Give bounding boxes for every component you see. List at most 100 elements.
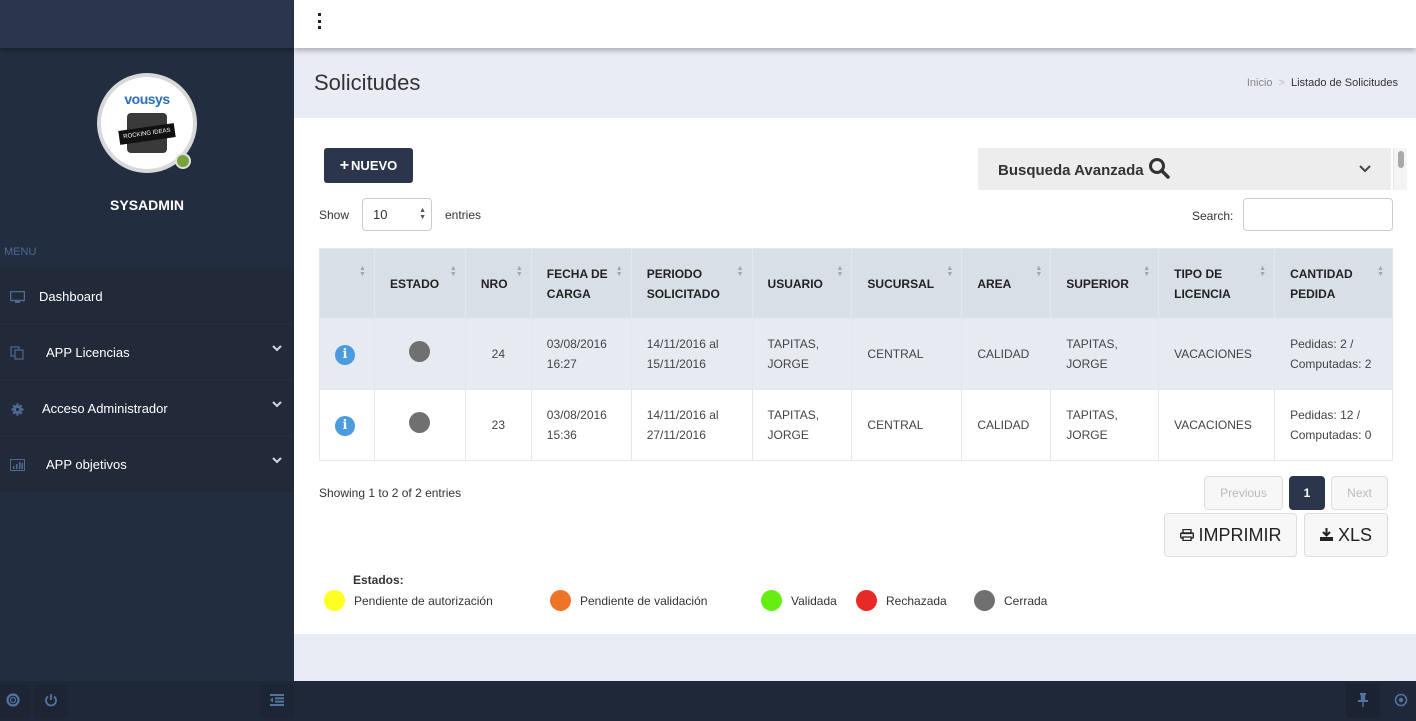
gear-icon bbox=[9, 402, 25, 416]
avatar-logo-text: vousys bbox=[124, 91, 170, 107]
info-icon[interactable]: i bbox=[335, 344, 355, 365]
sidebar-header bbox=[0, 0, 294, 48]
content-panel: + NUEVO Busqueda Avanzada Show 10 ▲ ▼ ent… bbox=[294, 118, 1416, 634]
column-header-tipo-de-licencia[interactable]: TIPO DE LICENCIA ▲ ▼ bbox=[1158, 248, 1276, 319]
power-icon bbox=[44, 693, 58, 710]
page-title: Solicitudes bbox=[314, 70, 421, 95]
column-header-fecha-de-carga[interactable]: FECHA DE CARGA ▲ ▼ bbox=[530, 248, 632, 319]
download-icon bbox=[1319, 525, 1338, 546]
pagination-next[interactable]: Next bbox=[1331, 476, 1388, 510]
legend-dot bbox=[550, 590, 571, 611]
chevron-down-icon bbox=[272, 455, 282, 467]
cantidad-cell: Pedidas: 2 /Computadas: 2 bbox=[1274, 318, 1393, 390]
username: SYSADMIN bbox=[110, 197, 184, 213]
sidebar: vousys ROCKING IDEAS SYSADMIN MENU Dashb… bbox=[0, 0, 294, 681]
collapse-sidebar-button[interactable] bbox=[260, 684, 294, 718]
breadcrumb-current: Listado de Solicitudes bbox=[1290, 77, 1398, 89]
legend-item: Pendiente de validación bbox=[550, 590, 707, 611]
column-header-periodo-solicitado[interactable]: PERIODO SOLICITADO ▲ ▼ bbox=[630, 248, 753, 319]
scrollbar-thumb[interactable] bbox=[1398, 151, 1404, 168]
sucursal-cell: CENTRAL bbox=[851, 389, 963, 461]
user-profile: vousys ROCKING IDEAS SYSADMIN bbox=[0, 48, 294, 213]
sort-icon: ▲ ▼ bbox=[1377, 265, 1384, 278]
print-button[interactable]: IMPRIMIR bbox=[1164, 513, 1297, 557]
breadcrumb: Inicio > Listado de Solicitudes bbox=[1247, 77, 1398, 89]
column-header-cantidad-pedida[interactable]: CANTIDAD PEDIDA ▲ ▼ bbox=[1274, 248, 1393, 319]
sort-icon: ▲ ▼ bbox=[615, 265, 623, 278]
bar-chart-icon bbox=[9, 458, 25, 472]
pagination-page-1[interactable]: 1 bbox=[1289, 476, 1325, 510]
pin-button[interactable] bbox=[1346, 684, 1380, 718]
show-label: Show bbox=[319, 208, 350, 222]
info-cell: i bbox=[319, 318, 375, 390]
printer-icon bbox=[1179, 525, 1199, 546]
estado-cell bbox=[373, 389, 466, 461]
search-label: Search: bbox=[1192, 209, 1234, 223]
legend-dot bbox=[856, 590, 877, 611]
entries-per-page-value: 10 bbox=[373, 207, 388, 222]
legend-dot bbox=[324, 590, 345, 611]
collapse-menu-icon bbox=[270, 693, 284, 709]
online-status-dot bbox=[175, 153, 191, 169]
legend-label: Cerrada bbox=[1004, 593, 1048, 608]
periodo-cell: 14/11/2016 al 27/11/2016 bbox=[630, 389, 753, 461]
target-button[interactable] bbox=[1384, 684, 1416, 718]
periodo-cell: 14/11/2016 al 15/11/2016 bbox=[630, 318, 753, 390]
topbar bbox=[294, 0, 1416, 48]
legend-item: Validada bbox=[761, 590, 837, 611]
table-row: i 23 03/08/2016 15:36 14/11/2016 al 27/11/… bbox=[319, 389, 1393, 461]
new-button[interactable]: + NUEVO bbox=[324, 148, 413, 183]
column-header-estado[interactable]: ESTADO ▲ ▼ bbox=[373, 248, 466, 319]
column-header-info[interactable]: ▲ ▼ bbox=[319, 248, 375, 319]
info-icon[interactable]: i bbox=[335, 415, 355, 436]
search-input[interactable] bbox=[1243, 198, 1393, 231]
sort-icon: ▲ ▼ bbox=[1259, 265, 1267, 278]
kebab-menu-icon[interactable] bbox=[318, 13, 324, 29]
scrollbar[interactable] bbox=[1393, 148, 1407, 190]
legend-label: Rechazada bbox=[886, 593, 947, 608]
plus-icon: + bbox=[339, 156, 350, 174]
support-button[interactable] bbox=[0, 684, 30, 718]
pagination-previous[interactable]: Previous bbox=[1204, 476, 1283, 510]
solicitudes-table: ▲ ▼ ESTADO ▲ ▼ NRO ▲ ▼ FECHA DE CARGA ▲ ▼ PERIOD… bbox=[319, 248, 1393, 461]
chevron-down-icon bbox=[1359, 162, 1371, 176]
legend-item: Pendiente de autorización bbox=[324, 590, 493, 611]
column-header-usuario[interactable]: USUARIO ▲ ▼ bbox=[751, 248, 853, 319]
nro-cell: 23 bbox=[464, 389, 532, 461]
sidebar-item-acceso-administrador[interactable]: Acceso Administrador bbox=[0, 381, 294, 437]
column-header-superior[interactable]: SUPERIOR ▲ ▼ bbox=[1050, 248, 1160, 319]
column-header-sucursal[interactable]: SUCURSAL ▲ ▼ bbox=[851, 248, 963, 319]
print-button-label: IMPRIMIR bbox=[1198, 524, 1282, 545]
advanced-search-label: Busqueda Avanzada bbox=[998, 162, 1144, 179]
entries-per-page-select[interactable]: 10 ▲ ▼ bbox=[362, 198, 432, 231]
avatar[interactable]: vousys ROCKING IDEAS bbox=[97, 73, 197, 173]
fecha-cell: 03/08/2016 15:36 bbox=[530, 389, 632, 461]
sidebar-item-app-objetivos[interactable]: APP objetivos bbox=[0, 437, 294, 493]
target-icon bbox=[1394, 693, 1408, 710]
advanced-search-toggle[interactable]: Busqueda Avanzada bbox=[978, 148, 1391, 190]
logout-button[interactable] bbox=[34, 684, 68, 718]
legend-item: Rechazada bbox=[856, 590, 947, 611]
legend-label: Pendiente de validación bbox=[580, 593, 708, 608]
sidebar-item-dashboard[interactable]: Dashboard bbox=[0, 269, 294, 325]
monitor-icon bbox=[9, 290, 25, 304]
sort-icon: ▲ ▼ bbox=[1143, 265, 1151, 278]
xls-button-label: XLS bbox=[1337, 524, 1373, 545]
table-header-row: ▲ ▼ ESTADO ▲ ▼ NRO ▲ ▼ FECHA DE CARGA ▲ ▼ PERIOD… bbox=[319, 248, 1393, 319]
usuario-cell: TAPITAS, JORGE bbox=[751, 318, 853, 390]
search-icon bbox=[1148, 157, 1170, 182]
info-cell: i bbox=[319, 389, 375, 461]
column-header-nro[interactable]: NRO ▲ ▼ bbox=[464, 248, 532, 319]
legend-item: Cerrada bbox=[974, 590, 1047, 611]
sort-icon: ▲ ▼ bbox=[1035, 265, 1043, 278]
legend-dot bbox=[761, 590, 782, 611]
sidebar-item-app-licencias[interactable]: APP Licencias bbox=[0, 325, 294, 381]
column-header-area[interactable]: AREA ▲ ▼ bbox=[961, 248, 1052, 319]
export-xls-button[interactable]: XLS bbox=[1304, 513, 1388, 557]
menu-label: MENU bbox=[4, 246, 37, 258]
tipo-cell: VACACIONES bbox=[1158, 318, 1276, 390]
sort-icon: ▲ ▼ bbox=[736, 265, 744, 278]
estado-cell bbox=[373, 318, 466, 390]
breadcrumb-home-link[interactable]: Inicio bbox=[1247, 77, 1273, 89]
chevron-down-icon bbox=[272, 343, 282, 355]
